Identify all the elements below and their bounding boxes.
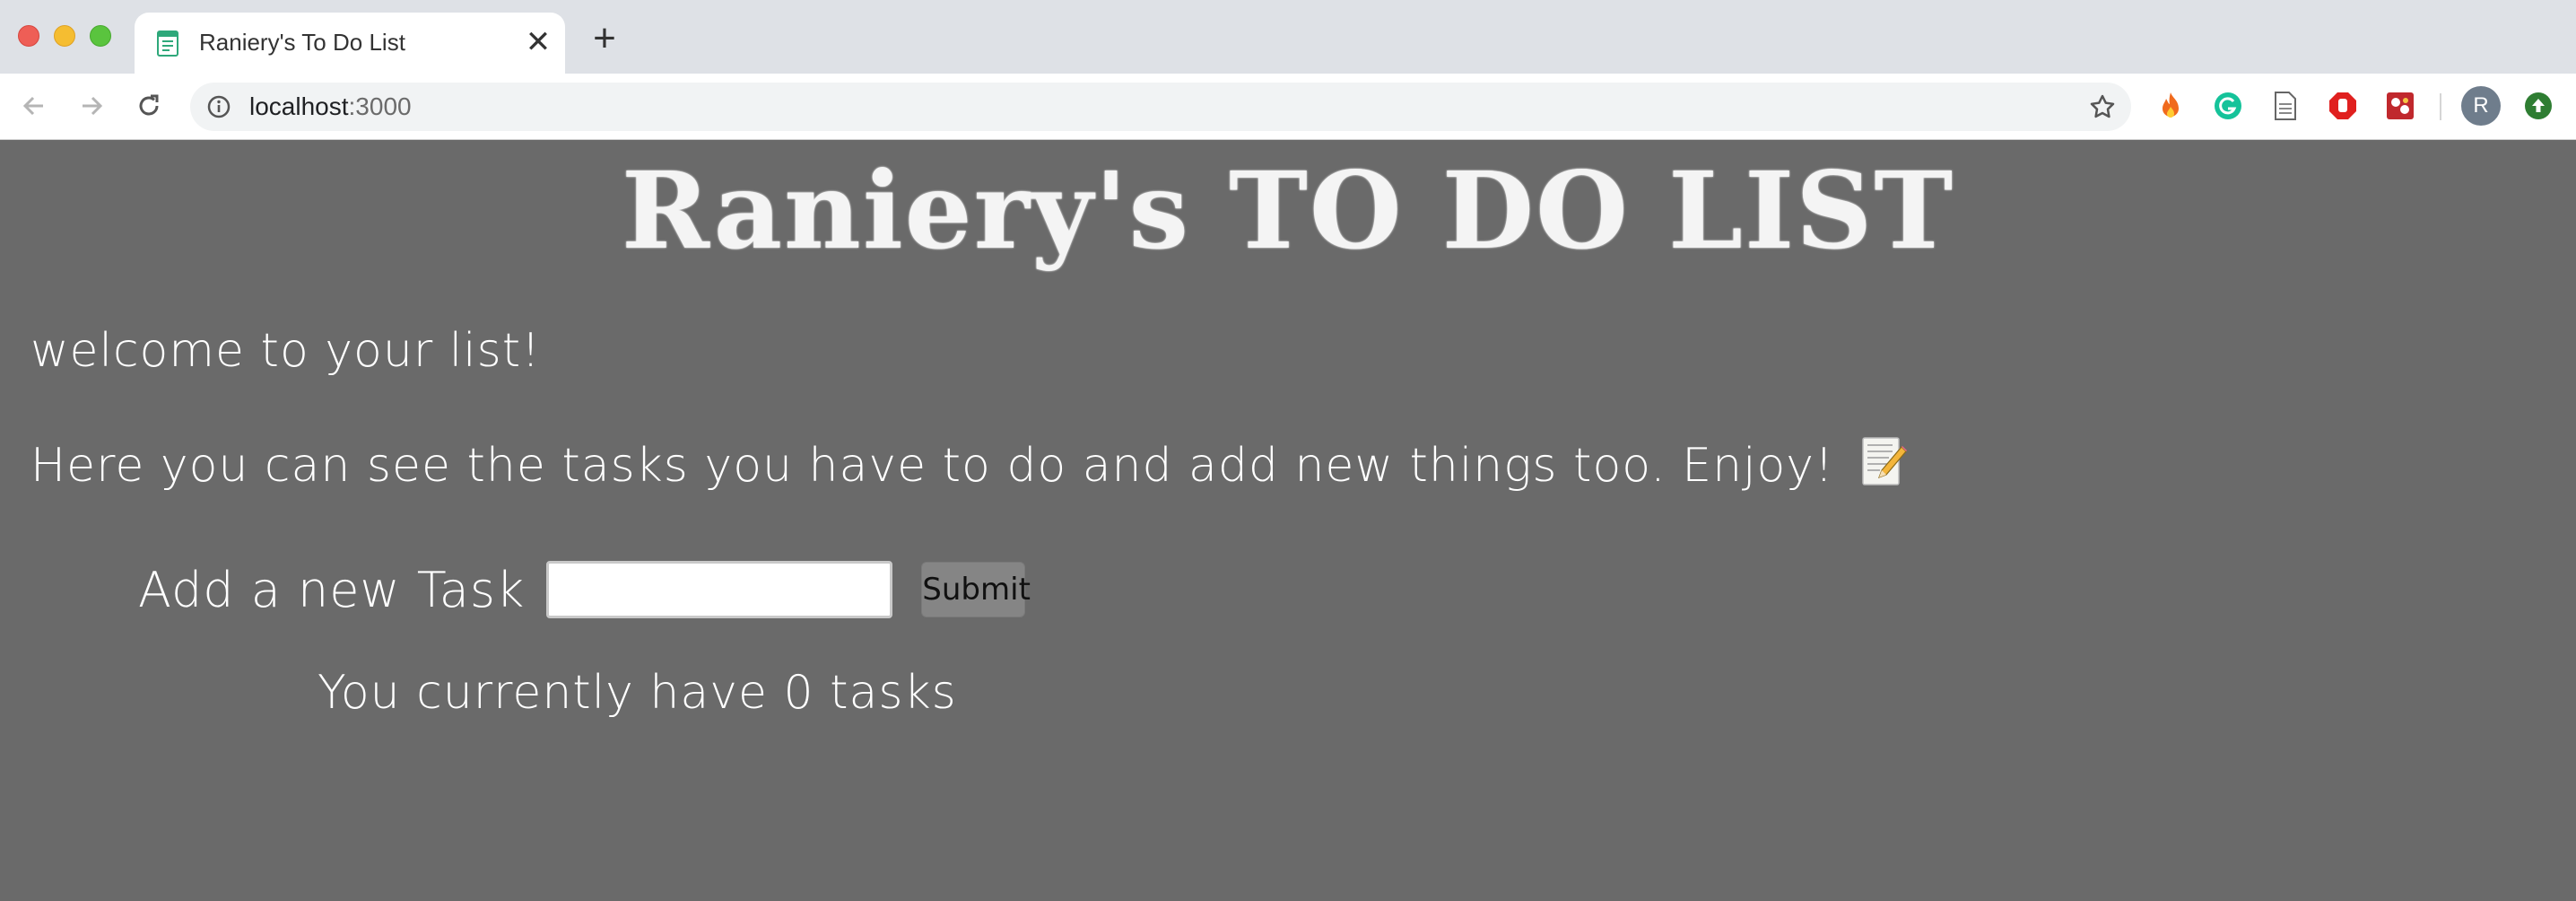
add-task-label: Add a new Task (138, 561, 526, 618)
task-input[interactable] (546, 561, 893, 618)
minimize-window-button[interactable] (54, 25, 75, 47)
toolbar-separator (2440, 93, 2441, 120)
task-count-text: You currently have 0 tasks (318, 666, 957, 720)
back-arrow-icon[interactable] (16, 88, 52, 124)
add-task-form: Add a new Task Submit (138, 554, 1031, 625)
browser-tab-active[interactable]: Raniery's To Do List ✕ (135, 13, 565, 74)
page-content: Raniery's TO DO LIST welcome to your lis… (0, 141, 2576, 901)
fire-icon[interactable] (2153, 88, 2189, 124)
memo-pencil-icon (1862, 437, 1908, 485)
new-tab-button[interactable]: + (588, 19, 621, 58)
forward-arrow-icon[interactable] (74, 88, 109, 124)
maximize-window-button[interactable] (90, 25, 111, 47)
notepad-icon (157, 31, 178, 57)
welcome-text: welcome to your list! (30, 324, 541, 378)
url-port: :3000 (348, 92, 412, 120)
close-window-button[interactable] (18, 25, 39, 47)
update-icon[interactable] (2520, 88, 2556, 124)
profile-avatar[interactable]: R (2461, 86, 2501, 126)
url-host: localhost (249, 92, 349, 120)
bookmark-star-icon[interactable] (2088, 92, 2117, 121)
reload-icon[interactable] (131, 88, 167, 124)
browser-toolbar: localhost:3000 (0, 74, 2576, 140)
grammarly-icon[interactable] (2210, 88, 2246, 124)
document-icon[interactable] (2267, 88, 2303, 124)
puzzle-icon[interactable] (2382, 88, 2418, 124)
submit-button[interactable]: Submit (921, 562, 1031, 617)
tab-title: Raniery's To Do List (199, 29, 405, 56)
page-title: Raniery's TO DO LIST (621, 148, 1955, 273)
intro-text: Here you can see the tasks you have to d… (30, 439, 1834, 493)
intro-line: Here you can see the tasks you have to d… (30, 434, 1908, 493)
url-text[interactable]: localhost:3000 (249, 83, 412, 131)
tab-close-icon[interactable]: ✕ (524, 27, 553, 57)
info-icon[interactable] (206, 94, 231, 119)
address-bar[interactable]: localhost:3000 (190, 83, 2131, 131)
browser-tab-strip: Raniery's To Do List ✕ + (0, 0, 2576, 74)
adblock-icon[interactable] (2325, 88, 2361, 124)
